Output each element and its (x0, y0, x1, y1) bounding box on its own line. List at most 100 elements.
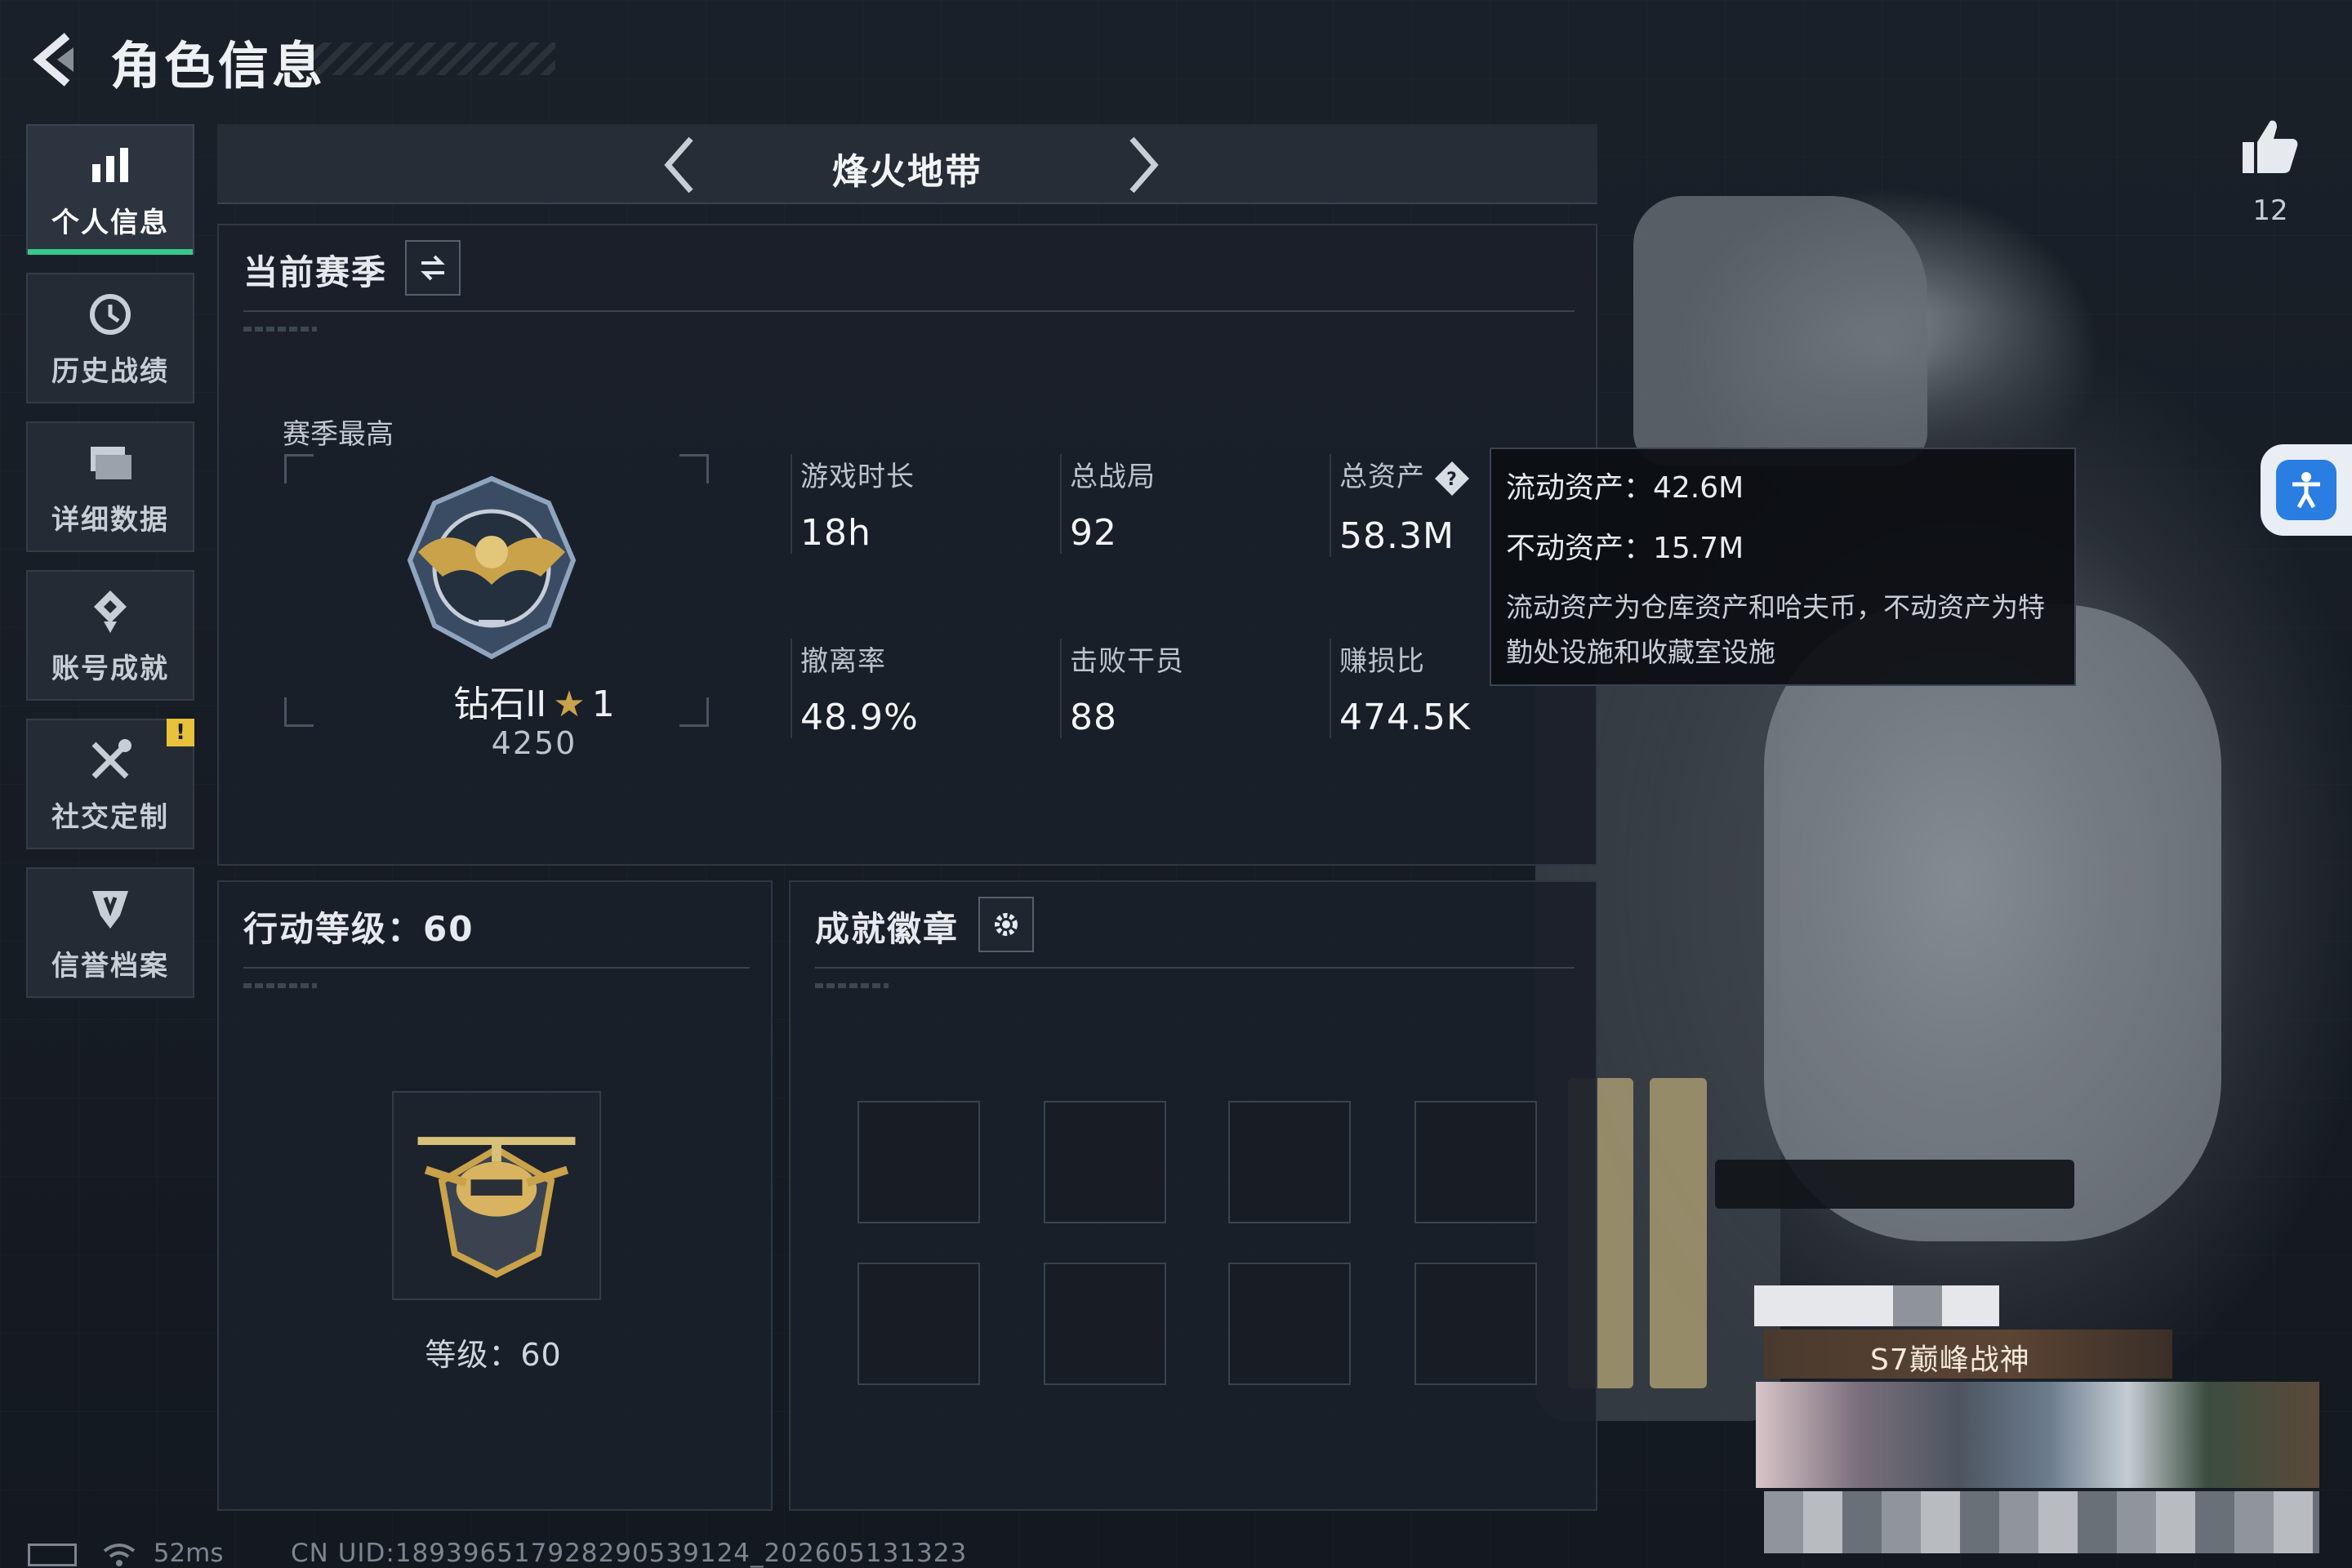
stat-label: 总战局 (1070, 461, 1156, 493)
sidebar-item-achievements[interactable]: 账号成就 (26, 570, 194, 701)
profile-card[interactable]: S7巅峰战神 (1748, 1277, 2319, 1568)
mode-selector: 烽火地带 (217, 124, 1597, 204)
stat-label: 游戏时长 (800, 461, 915, 493)
stat-extraction-rate: 撤离率 48.9% (791, 639, 1052, 738)
stat-label-text: 总资产 (1339, 461, 1425, 493)
badge-slot[interactable] (1414, 1263, 1537, 1385)
liquid-assets: 流动资产：42.6M (1506, 471, 1744, 505)
stat-total-matches: 总战局 92 (1060, 454, 1321, 554)
history-icon (90, 293, 131, 335)
tooltip-description: 流动资产为仓库资产和哈夫币，不动资产为特勤处设施和收藏室设施 (1506, 591, 2045, 668)
season-panel: 当前赛季 赛季最高 钻石II ★ 1 4250 游戏时长 18h 总战局 92 总资… (217, 224, 1597, 866)
sidebar-item-label: 历史战绩 (51, 354, 169, 388)
stat-value: 92 (1070, 512, 1117, 554)
badge-slot[interactable] (858, 1263, 980, 1385)
mode-title: 烽火地带 (832, 151, 982, 193)
sidebar-item-details[interactable]: 详细数据 (26, 421, 194, 552)
stat-value: 474.5K (1339, 697, 1471, 738)
page-title: 角色信息 (110, 36, 327, 96)
rank-stars: 1 (591, 684, 615, 725)
profile-banner-image (1756, 1382, 2319, 1488)
card-title: S7巅峰战神 (1870, 1343, 2030, 1377)
name-tag-pixelated (1754, 1285, 1999, 1326)
badge-slot[interactable] (1044, 1101, 1166, 1223)
season-best-label: 赛季最高 (283, 418, 394, 451)
sidebar-item-label: 详细数据 (51, 503, 169, 537)
sidebar-item-personal-info[interactable]: 个人信息 (26, 124, 194, 255)
title-decoration (302, 42, 555, 75)
achievement-icon (94, 590, 127, 633)
frame-corner (679, 697, 709, 727)
folder-icon (91, 446, 131, 479)
tools-icon (91, 738, 131, 778)
action-level-title: 行动等级：60 (243, 909, 474, 949)
rank-score: 4250 (491, 725, 577, 761)
sidebar-item-label: 社交定制 (51, 800, 169, 834)
badge-slot[interactable] (858, 1101, 980, 1223)
name-tag-pixelated (1893, 1285, 1942, 1326)
stat-value: 48.9% (800, 697, 919, 738)
help-diamond-icon[interactable]: ? (1433, 460, 1471, 497)
thumbs-up-icon[interactable] (2238, 114, 2303, 180)
helicopter-emblem-icon (417, 1137, 576, 1278)
status-bar: 52ms (28, 1539, 224, 1568)
level-text: 等级：60 (425, 1337, 562, 1373)
badge-slot[interactable] (1228, 1263, 1351, 1385)
badge-settings-button[interactable] (978, 897, 1034, 952)
wifi-icon (103, 1543, 136, 1566)
rank-emblem-icon (407, 475, 577, 660)
ping-text: 52ms (153, 1539, 224, 1568)
sidebar-item-label: 信誉档案 (51, 949, 169, 982)
stat-label: 击败干员 (1070, 645, 1184, 678)
star-icon: ★ (553, 684, 586, 725)
switch-season-button[interactable] (405, 240, 461, 296)
sidebar-item-credit[interactable]: 信誉档案 (26, 867, 194, 998)
stat-label: 撤离率 (800, 645, 886, 678)
level-badge (392, 1091, 601, 1300)
uid-text: CN UID:18939651792829053912​4_2026051313… (291, 1539, 968, 1568)
sidebar-item-history[interactable]: 历史战绩 (26, 273, 194, 403)
stat-kills: 击败干员 88 (1060, 639, 1321, 738)
accessibility-button[interactable] (2261, 444, 2352, 536)
swap-icon (421, 255, 445, 281)
gear-icon (995, 913, 1018, 936)
stat-value: 18h (800, 512, 871, 554)
frame-corner (679, 454, 709, 483)
bar-chart-icon (92, 147, 128, 182)
sidebar-item-social[interactable]: ! 社交定制 (26, 719, 194, 849)
stat-play-time: 游戏时长 18h (791, 454, 1052, 554)
badge-slot[interactable] (1228, 1101, 1351, 1223)
back-arrow-icon[interactable] (28, 31, 85, 88)
header: 角色信息 (0, 0, 735, 122)
badges-title: 成就徽章 (815, 909, 960, 949)
rank-name: 钻石II ★ 1 (412, 675, 657, 727)
rank-title: 钻石II (453, 684, 547, 725)
divider (815, 967, 1575, 969)
action-level-panel: 行动等级：60 等级：60 (217, 880, 773, 1511)
warning-badge: ! (167, 719, 194, 746)
stat-value: 88 (1070, 697, 1117, 738)
achievement-badges-panel: 成就徽章 (789, 880, 1597, 1511)
shield-icon (92, 890, 128, 929)
sidebar: 个人信息 历史战绩 详细数据 账号成就 ! 社交定制 信誉档案 (26, 124, 196, 1016)
battery-icon (28, 1543, 77, 1566)
divider (243, 967, 750, 969)
season-title: 当前赛季 (243, 252, 388, 292)
fixed-assets: 不动资产：15.7M (1506, 532, 1744, 565)
sidebar-item-label: 账号成就 (51, 652, 169, 685)
accessibility-icon (2276, 460, 2336, 520)
sidebar-item-label: 个人信息 (51, 206, 169, 239)
divider (243, 310, 1575, 312)
divider-dots (243, 327, 317, 332)
chevron-right-icon[interactable] (1107, 132, 1173, 198)
svg-text:?: ? (1446, 470, 1458, 490)
assets-tooltip: 流动资产：42.6M 不动资产：15.7M 流动资产为仓库资产和哈夫币，不动资产… (1490, 448, 2076, 686)
frame-corner (284, 697, 314, 727)
badge-slot[interactable] (1414, 1101, 1537, 1223)
pixelated-info (1764, 1491, 2319, 1553)
divider-dots (243, 983, 317, 988)
frame-corner (284, 454, 314, 483)
divider-dots (815, 983, 889, 988)
badge-slot[interactable] (1044, 1263, 1166, 1385)
like-count: 12 (2252, 194, 2288, 227)
